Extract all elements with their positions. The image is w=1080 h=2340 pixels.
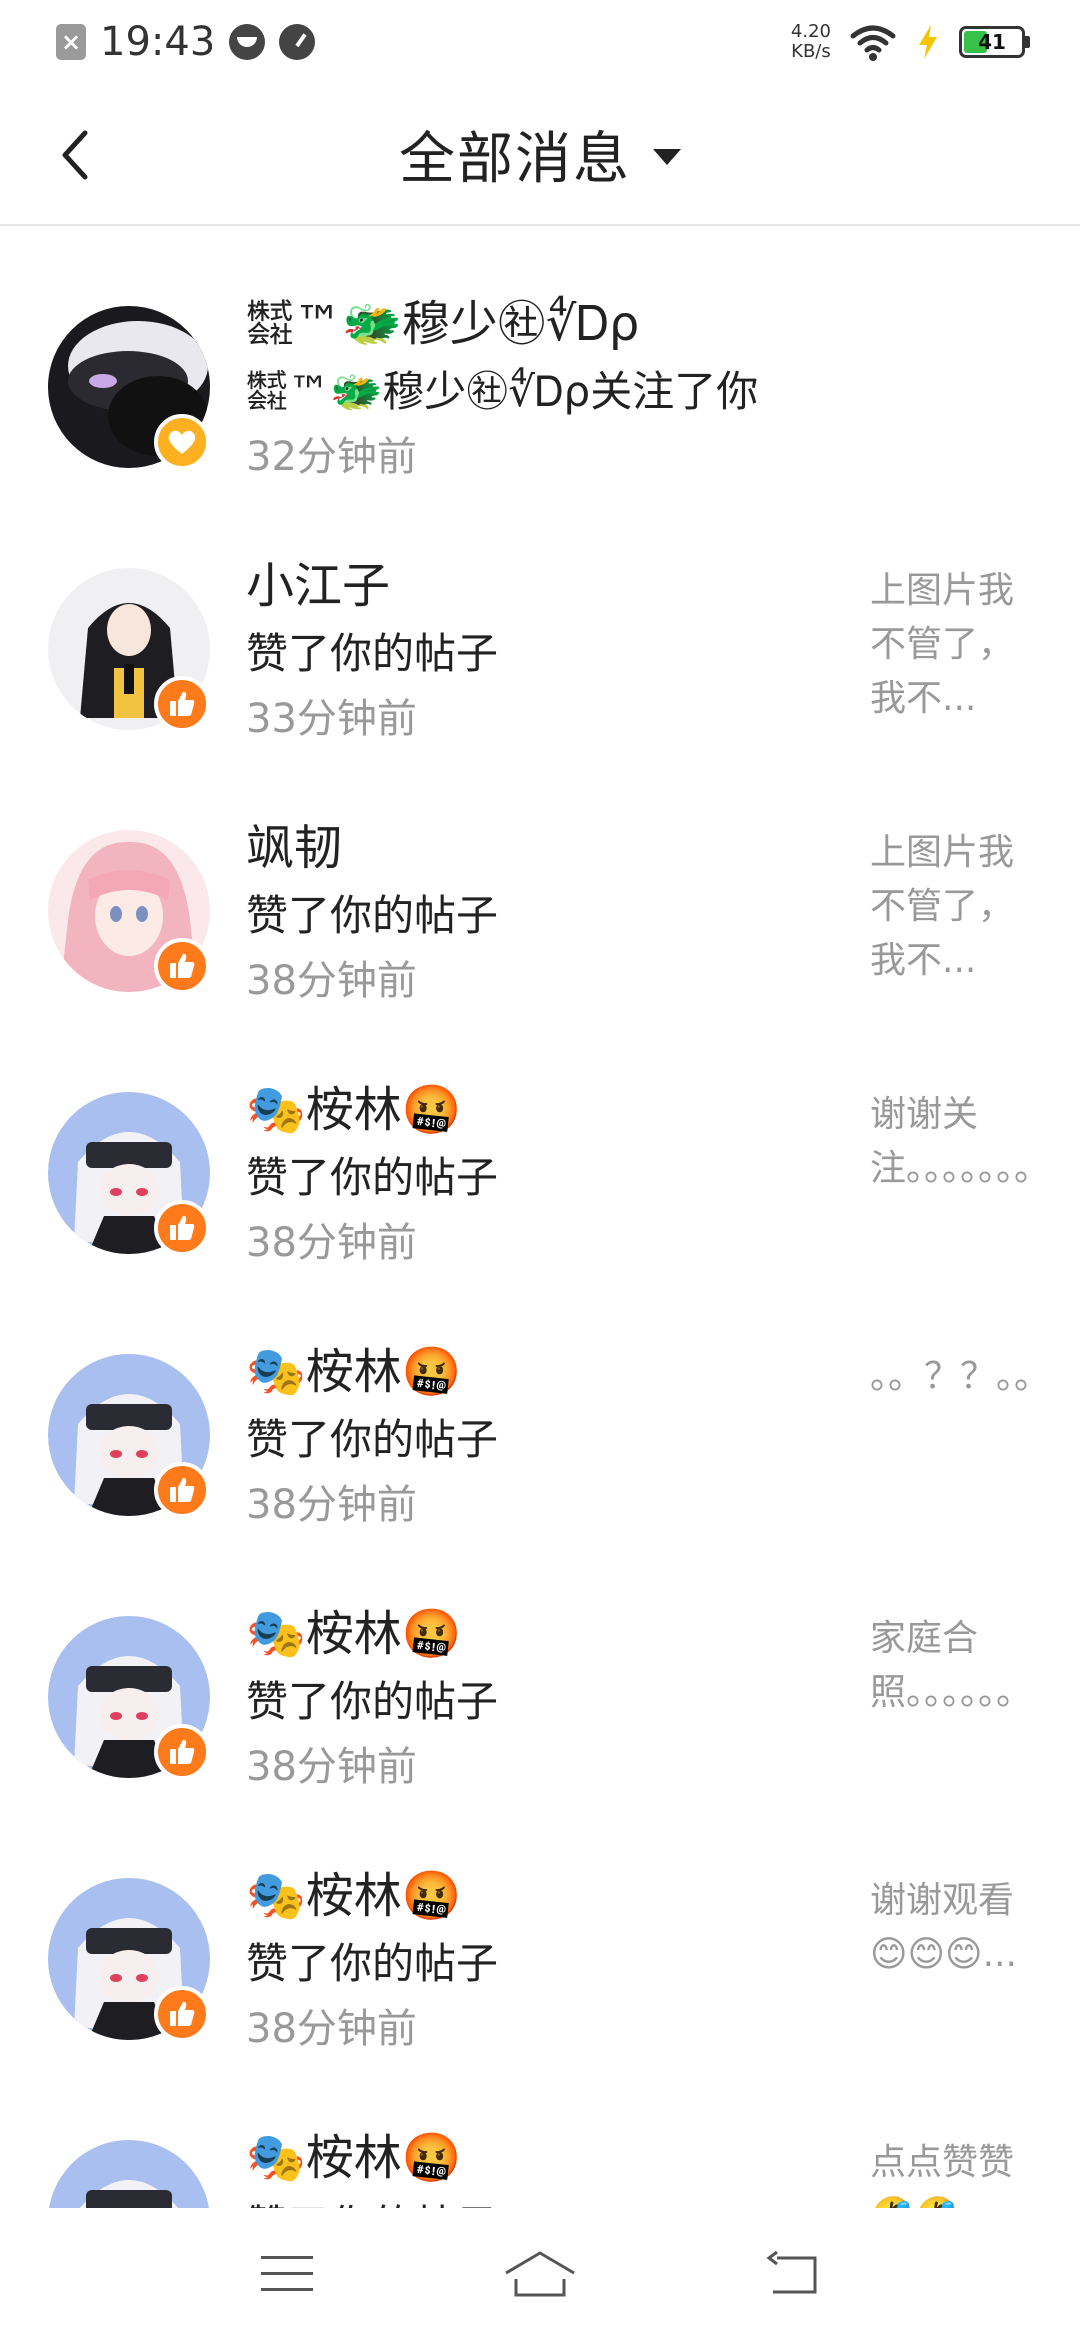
- cat-app-icon: [229, 24, 266, 60]
- message-time: 38分钟前: [246, 1482, 417, 1528]
- status-bar: × 19:43 4.20 KB/s 41: [0, 0, 1080, 84]
- caret-down-icon: [653, 149, 681, 165]
- thumbs-up-icon: [170, 1477, 195, 1502]
- message-time: 38分钟前: [246, 958, 417, 1004]
- message-item[interactable]: ㍿™🐲穆少㊓∜Ꭰρ ㍿™🐲穆少㊓∜Ꭰρ关注了你 32分钟前: [0, 228, 1080, 490]
- post-preview[interactable]: 上图片我不管了，我不...: [870, 826, 1030, 988]
- net-speed-unit: KB/s: [791, 41, 831, 62]
- message-list[interactable]: ㍿™🐲穆少㊓∜Ꭰρ ㍿™🐲穆少㊓∜Ꭰρ关注了你 32分钟前 小江子 赞了你的帖子…: [0, 228, 1080, 2208]
- message-item[interactable]: 小江子 赞了你的帖子 33分钟前 上图片我不管了，我不...: [0, 490, 1080, 752]
- return-icon: [766, 2250, 817, 2294]
- message-time: 32分钟前: [246, 434, 417, 480]
- message-action: 赞了你的帖子: [246, 629, 499, 678]
- sender-name: 🎭桉林🤬: [246, 1606, 462, 1662]
- speed-gauge-icon: [279, 24, 316, 60]
- message-action: 赞了你的帖子: [246, 891, 499, 940]
- thumbs-up-icon: [170, 953, 195, 978]
- message-item[interactable]: 飒韧 赞了你的帖子 38分钟前 上图片我不管了，我不...: [0, 752, 1080, 1014]
- post-preview[interactable]: 谢谢关注。。。。。。。...: [870, 1088, 1030, 1196]
- message-action: 赞了你的帖子: [246, 1939, 499, 1988]
- sender-name: 小江子: [246, 558, 391, 614]
- message-action: 赞了你的帖子: [246, 2192, 498, 2208]
- post-preview[interactable]: 上图片我不管了，我不...: [870, 564, 1030, 726]
- title-bar: 全部消息: [0, 84, 1080, 226]
- message-action: 赞了你的帖子: [246, 1677, 499, 1726]
- battery-icon: 41: [959, 26, 1030, 58]
- like-badge: [154, 938, 210, 994]
- like-badge: [154, 676, 210, 732]
- sender-name: 🎭桉林🤬: [246, 1082, 462, 1138]
- menu-button[interactable]: [242, 2229, 332, 2319]
- message-time: 38分钟前: [246, 1744, 417, 1790]
- back-button[interactable]: [40, 120, 110, 190]
- message-action: ㍿™🐲穆少㊓∜Ꭰρ关注了你: [246, 367, 759, 416]
- message-page: × 19:43 4.20 KB/s 41 全部消息 ㍿™🐲穆少㊓∜Ꭰρ ㍿™🐲穆…: [0, 0, 1080, 2340]
- like-badge: [154, 1986, 210, 2042]
- like-badge: [154, 1724, 210, 1780]
- sender-name: 🎭桉林🤬: [246, 1344, 462, 1400]
- message-action: 赞了你的帖子: [246, 1415, 499, 1464]
- system-nav-bar: [0, 2208, 1080, 2340]
- status-right: 4.20 KB/s 41: [791, 22, 1030, 62]
- avatar[interactable]: [48, 2140, 210, 2208]
- charging-icon: [919, 25, 937, 59]
- thumbs-up-icon: [170, 691, 195, 716]
- home-icon: [505, 2251, 575, 2297]
- status-time: 19:43: [100, 19, 216, 65]
- thumbs-up-icon: [170, 2001, 195, 2026]
- thumbs-up-icon: [170, 1215, 195, 1240]
- message-action: 赞了你的帖子: [246, 1153, 499, 1202]
- message-item[interactable]: 🎭桉林🤬 赞了你的帖子 38分钟前 家庭合照。。。。。。...: [0, 1538, 1080, 1800]
- sender-name: 🎭桉林🤬: [246, 2130, 462, 2186]
- title-dropdown[interactable]: 全部消息: [399, 114, 681, 195]
- post-preview[interactable]: 点点赞赞🤣🤣: [870, 2136, 1030, 2208]
- network-speed: 4.20 KB/s: [791, 22, 831, 62]
- post-preview[interactable]: 家庭合照。。。。。。...: [870, 1612, 1030, 1720]
- like-badge: [154, 1462, 210, 1518]
- notification-close-icon: ×: [56, 24, 86, 60]
- like-badge: [154, 1200, 210, 1256]
- message-time: 38分钟前: [246, 1220, 417, 1266]
- battery-level: 41: [978, 30, 1006, 54]
- post-preview[interactable]: 谢谢观看😊😊😊...: [870, 1874, 1030, 1982]
- sender-name: 飒韧: [246, 820, 343, 876]
- status-left: × 19:43: [56, 19, 791, 65]
- message-time: 38分钟前: [246, 2006, 417, 2052]
- thumbs-up-icon: [170, 1739, 195, 1764]
- net-speed-value: 4.20: [790, 21, 831, 42]
- post-preview[interactable]: 。。？？。。。。。。...: [870, 1350, 1030, 1404]
- message-time: 33分钟前: [246, 696, 417, 742]
- message-item[interactable]: 🎭桉林🤬 赞了你的帖子 38分钟前 谢谢观看😊😊😊...: [0, 1800, 1080, 2062]
- home-button[interactable]: [495, 2229, 585, 2319]
- chevron-left-icon: [62, 130, 88, 180]
- page-title: 全部消息: [399, 126, 631, 192]
- wifi-icon: [850, 25, 896, 61]
- heart-icon: [168, 430, 196, 454]
- message-item[interactable]: 🎭桉林🤬 赞了你的帖子 点点赞赞🤣🤣: [0, 2062, 1080, 2208]
- menu-icon: [260, 2256, 313, 2291]
- message-item[interactable]: 🎭桉林🤬 赞了你的帖子 38分钟前 。。？？。。。。。。...: [0, 1276, 1080, 1538]
- message-item[interactable]: 🎭桉林🤬 赞了你的帖子 38分钟前 谢谢关注。。。。。。。...: [0, 1014, 1080, 1276]
- sender-name: ㍿™🐲穆少㊓∜Ꭰρ: [246, 296, 640, 352]
- sender-name: 🎭桉林🤬: [246, 1868, 462, 1924]
- follow-badge: [154, 414, 210, 470]
- back-nav-button[interactable]: [748, 2229, 838, 2319]
